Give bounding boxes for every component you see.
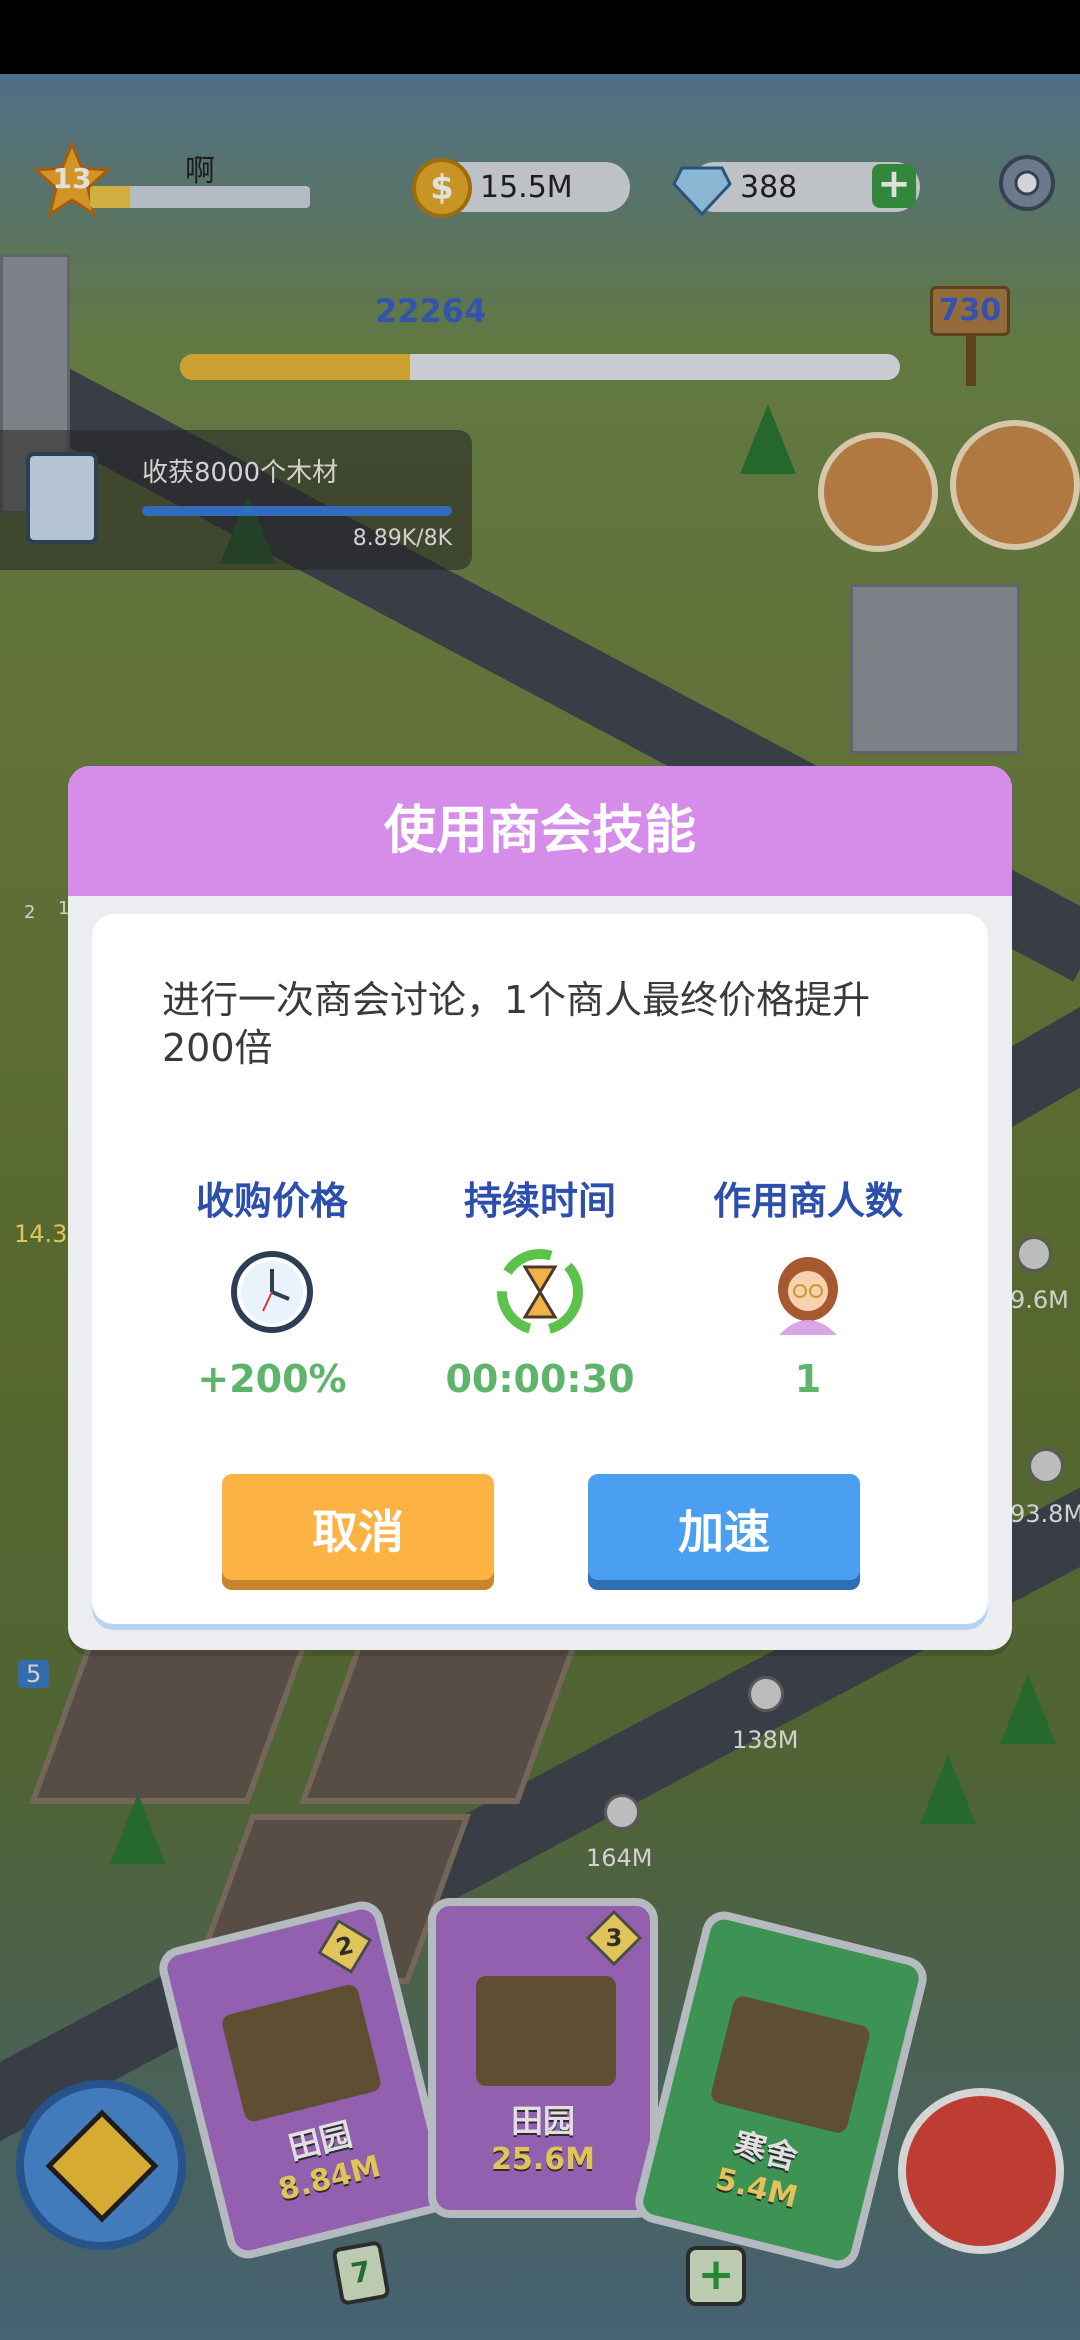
stat-value: 1 [794,1357,822,1401]
chamber-skill-dialog: 使用商会技能 进行一次商会讨论，1个商人最终价格提升200倍 收购价格 +200… [68,766,1012,1650]
stat-merchant-count: 作用商人数 1 [678,1170,938,1401]
stat-value: 00:00:30 [445,1357,635,1401]
stat-duration: 持续时间 00:00:30 [410,1170,670,1401]
cancel-button[interactable]: 取消 [222,1474,494,1590]
merchant-avatar-icon [778,1257,838,1335]
stat-value: +200% [197,1357,347,1401]
stat-label: 作用商人数 [712,1179,903,1223]
dialog-body: 进行一次商会讨论，1个商人最终价格提升200倍 收购价格 +200% 持续时间 … [92,914,988,1624]
speed-up-button[interactable]: 加速 [588,1474,860,1590]
stat-purchase-price: 收购价格 +200% [142,1170,402,1401]
hourglass-icon [497,1249,583,1335]
clock-icon [231,1251,313,1333]
stat-label: 持续时间 [463,1179,616,1223]
dialog-title: 使用商会技能 [68,766,1012,896]
dialog-description: 进行一次商会讨论，1个商人最终价格提升200倍 [162,978,871,1070]
stat-label: 收购价格 [195,1179,348,1223]
